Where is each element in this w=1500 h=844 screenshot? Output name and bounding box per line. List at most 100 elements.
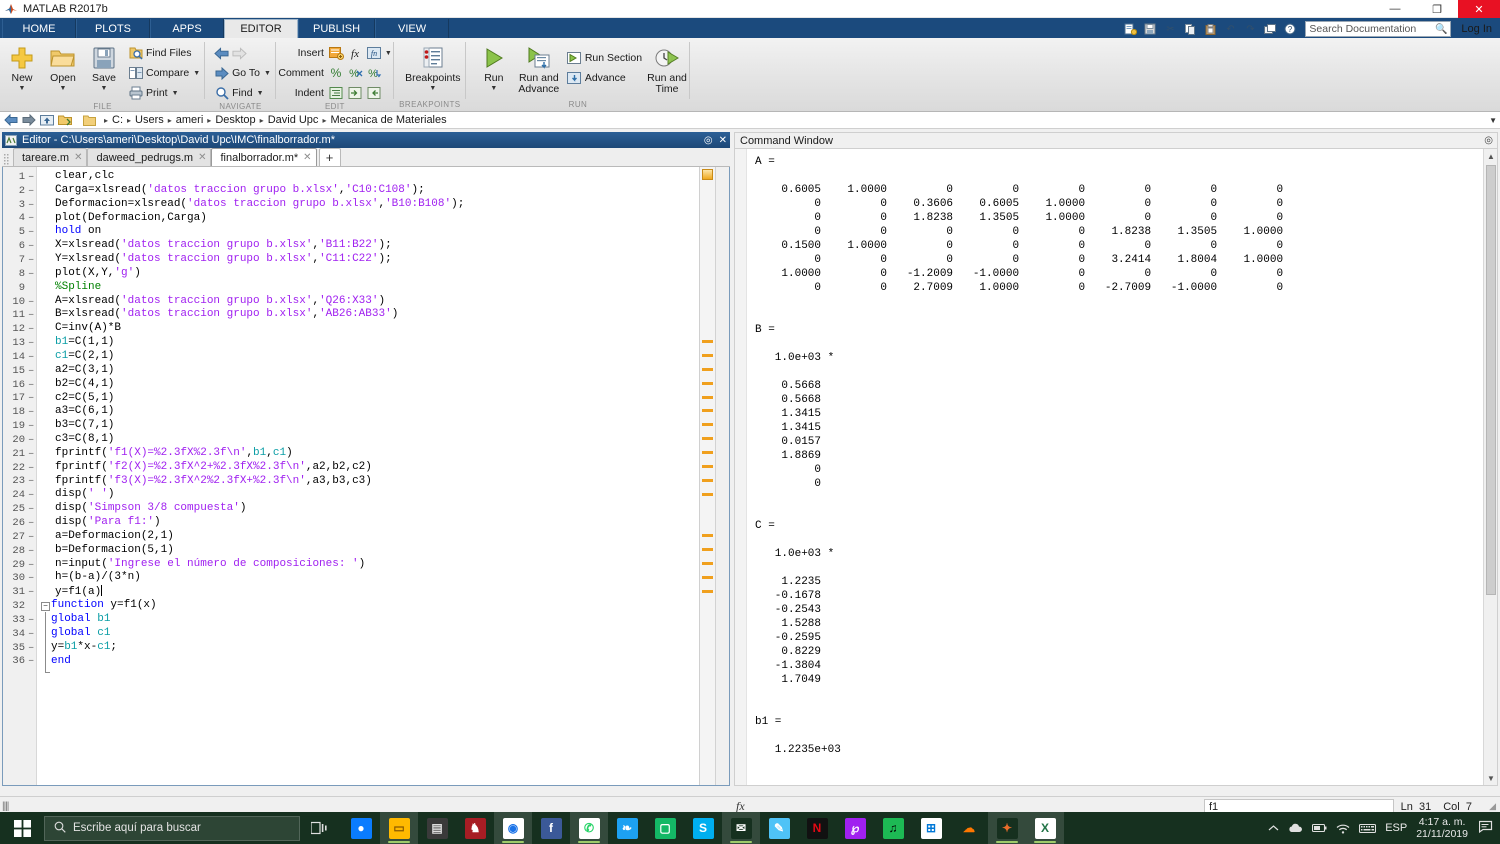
navigate-arrows[interactable]: [211, 44, 274, 62]
redo-icon[interactable]: ↷: [1241, 21, 1259, 38]
go-to-button[interactable]: Go To ▼: [211, 64, 274, 82]
taskbar-app-microsoft-store[interactable]: ⊞: [912, 812, 950, 844]
taskbar-app-google-chrome[interactable]: ◉: [494, 812, 532, 844]
code-line[interactable]: C=inv(A)*B: [37, 322, 699, 336]
file-tab-finalborrador[interactable]: finalborrador.m* ✕: [211, 148, 317, 166]
paste-icon[interactable]: [1201, 21, 1219, 38]
editor-vertical-scrollbar[interactable]: [715, 167, 729, 785]
help-icon[interactable]: ?: [1281, 21, 1299, 38]
taskbar-app-red-app[interactable]: ♞: [456, 812, 494, 844]
code-line[interactable]: plot(X,Y,'g'): [37, 267, 699, 281]
code-line[interactable]: B=xlsread('datos traccion grupo b.xlsx',…: [37, 308, 699, 322]
code-line[interactable]: b3=C(7,1): [37, 419, 699, 433]
code-analyzer-warning-mark[interactable]: [702, 451, 713, 454]
code-line[interactable]: disp('Simpson 3/8 compuesta'): [37, 502, 699, 516]
code-line[interactable]: plot(Deformacion,Carga): [37, 212, 699, 226]
code-analyzer-warning-mark[interactable]: [702, 381, 713, 385]
switch-window-icon[interactable]: [1261, 21, 1279, 38]
panel-options-icon[interactable]: ◎: [704, 135, 713, 146]
code-line[interactable]: y=f1(a): [37, 585, 699, 599]
code-line[interactable]: X=xlsread('datos traccion grupo b.xlsx',…: [37, 239, 699, 253]
breadcrumb-item-desktop[interactable]: Desktop: [213, 114, 257, 126]
code-line[interactable]: a2=C(3,1): [37, 364, 699, 378]
open-button[interactable]: Open ▼: [43, 41, 83, 93]
undo-icon[interactable]: ↶: [1221, 21, 1239, 38]
code-line[interactable]: Y=xlsread('datos traccion grupo b.xlsx',…: [37, 253, 699, 267]
ribbon-tab-home[interactable]: HOME: [2, 19, 76, 38]
code-line[interactable]: c3=C(8,1): [37, 433, 699, 447]
breadcrumb-item-david-upc[interactable]: David Upc: [266, 114, 321, 126]
ribbon-tab-plots[interactable]: PLOTS: [76, 19, 150, 38]
panel-resize-grip-icon[interactable]: ||||: [2, 801, 9, 812]
code-line[interactable]: disp('Para f1:'): [37, 516, 699, 530]
code-analyzer-status-indicator[interactable]: [702, 169, 713, 180]
taskbar-app-twitter[interactable]: ❧: [608, 812, 646, 844]
chevron-down-icon[interactable]: ▼: [385, 50, 392, 57]
search-documentation-input[interactable]: Search Documentation 🔍: [1305, 21, 1452, 37]
breakpoints-button[interactable]: Breakpoints ▼: [402, 41, 464, 93]
forward-arrow-icon[interactable]: [21, 113, 37, 128]
command-window-scrollbar[interactable]: ▲ ▼: [1483, 149, 1497, 785]
code-analyzer-warning-mark[interactable]: [702, 437, 713, 441]
scroll-down-icon[interactable]: ▼: [1484, 771, 1497, 785]
command-window-body[interactable]: A = 0.6005 1.0000 0 0 0 0 0 0 0 0 0.3606…: [734, 148, 1498, 786]
code-line[interactable]: c2=C(5,1): [37, 392, 699, 406]
breadcrumb-item-mecanica-de-materiales[interactable]: Mecanica de Materiales: [328, 114, 448, 126]
start-button[interactable]: [0, 812, 44, 844]
cloud-icon[interactable]: [1288, 823, 1303, 834]
code-line[interactable]: clear,clc: [37, 170, 699, 184]
ribbon-tab-editor[interactable]: EDITOR: [224, 19, 298, 38]
insert-function-icon[interactable]: fx: [347, 45, 364, 61]
code-line[interactable]: fprintf('f3(X)=%2.3fX^2%2.3fX+%2.3f\n',a…: [37, 475, 699, 489]
clock[interactable]: 4:17 a. m. 21/11/2019: [1416, 816, 1468, 840]
taskbar-app-whatsapp[interactable]: ✆: [570, 812, 608, 844]
taskbar-app-matlab[interactable]: ✦: [988, 812, 1026, 844]
close-icon[interactable]: ✕: [74, 152, 82, 163]
find-files-button[interactable]: Find Files: [125, 44, 203, 62]
code-analyzer-warning-mark[interactable]: [702, 492, 713, 496]
chevron-down-icon[interactable]: ▼: [1489, 116, 1497, 125]
code-line[interactable]: b2=C(4,1): [37, 378, 699, 392]
compare-button[interactable]: Compare ▼: [125, 64, 203, 82]
code-line[interactable]: y=b1*x-c1;: [37, 641, 699, 655]
code-analyzer-warning-mark[interactable]: [702, 340, 713, 344]
chevron-down-icon[interactable]: ▼: [101, 85, 108, 93]
find-button[interactable]: Find ▼: [211, 84, 274, 102]
code-analyzer-warning-mark[interactable]: [702, 589, 713, 593]
breadcrumb-item-ameri[interactable]: ameri: [174, 114, 206, 126]
code-line[interactable]: a3=C(6,1): [37, 405, 699, 419]
chevron-down-icon[interactable]: ▼: [490, 85, 497, 93]
code-analyzer-warning-mark[interactable]: [702, 395, 713, 399]
wifi-icon[interactable]: [1336, 823, 1350, 834]
taskbar-app-messenger[interactable]: ●: [342, 812, 380, 844]
taskbar-search-box[interactable]: Escribe aquí para buscar: [44, 815, 300, 841]
run-and-time-button[interactable]: Run and Time: [646, 41, 688, 95]
code-line[interactable]: A=xlsread('datos traccion grupo b.xlsx',…: [37, 295, 699, 309]
window-resize-grip-icon[interactable]: ◢: [1489, 801, 1496, 812]
code-line[interactable]: n=input('Ingrese el número de composicio…: [37, 558, 699, 572]
chevron-up-icon[interactable]: [1268, 824, 1279, 833]
maximize-button[interactable]: ❐: [1416, 0, 1458, 18]
code-line[interactable]: function y=f1(x): [37, 599, 699, 613]
taskbar-app-soundcloud[interactable]: ☁: [950, 812, 988, 844]
code-line[interactable]: b=Deformacion(5,1): [37, 544, 699, 558]
code-line[interactable]: global b1: [37, 613, 699, 627]
breadcrumb-item-users[interactable]: Users: [133, 114, 166, 126]
code-analyzer-warning-mark[interactable]: [702, 547, 713, 551]
editor-text[interactable]: − clear,clc Carga=xlsread('datos traccion…: [37, 167, 699, 785]
tab-grip-icon[interactable]: [4, 152, 11, 166]
close-icon[interactable]: ✕: [303, 152, 311, 163]
minimize-button[interactable]: —: [1374, 0, 1416, 18]
code-analyzer-warning-mark[interactable]: [702, 464, 713, 468]
chevron-down-icon[interactable]: ▼: [19, 85, 26, 93]
ribbon-tab-view[interactable]: VIEW: [375, 19, 450, 38]
chevron-down-icon[interactable]: ▼: [257, 90, 264, 97]
taskbar-app-instagram[interactable]: ▢: [646, 812, 684, 844]
code-line[interactable]: fprintf('f2(X)=%2.3fX^2+%2.3fX%2.3f\n',a…: [37, 461, 699, 475]
ribbon-tab-apps[interactable]: APPS: [150, 19, 224, 38]
code-line[interactable]: disp(' '): [37, 488, 699, 502]
wrap-comment-icon[interactable]: %: [366, 65, 383, 81]
advance-button[interactable]: Advance: [564, 69, 645, 87]
code-analyzer-warning-mark[interactable]: [702, 561, 713, 565]
save-button[interactable]: Save ▼: [84, 41, 124, 93]
